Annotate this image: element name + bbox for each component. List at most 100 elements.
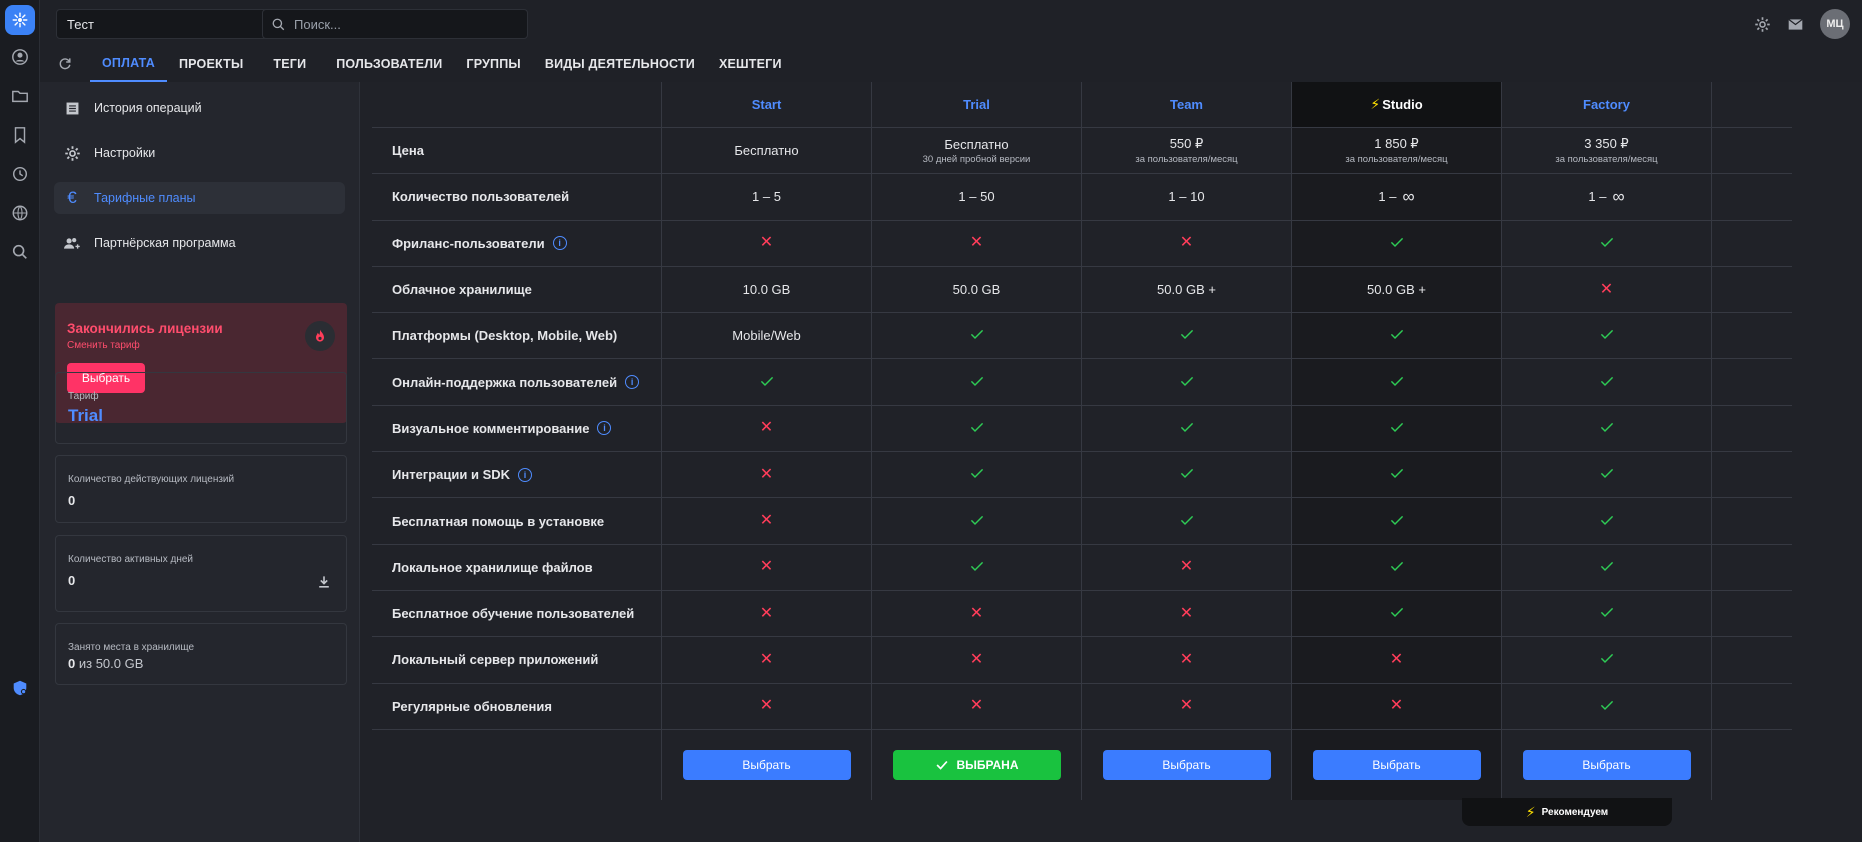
table-row: Визуальное комментирование i ✕ <box>372 405 1792 453</box>
feature-text: Интеграции и SDK <box>392 467 511 483</box>
search-input[interactable] <box>294 16 514 32</box>
settings-sidebar: История операций Настройки € Тарифные пл… <box>40 82 360 842</box>
sidebar-item-settings[interactable]: Настройки <box>54 137 345 169</box>
app-logo-icon[interactable] <box>5 5 35 35</box>
tab-hashtags[interactable]: ХЕШТЕГИ <box>707 46 794 82</box>
feature-label: Бесплатная помощь в установке <box>372 498 662 544</box>
tab-activities[interactable]: ВИДЫ ДЕЯТЕЛЬНОСТИ <box>533 46 707 82</box>
history-icon[interactable] <box>8 162 32 186</box>
table-row: Количество пользователей 1 – 5 1 – 50 1 … <box>372 174 1792 221</box>
price-cell: 550 ₽ за пользователя/месяц <box>1082 128 1292 174</box>
bookmark-icon[interactable] <box>8 123 32 147</box>
info-icon[interactable]: i <box>597 421 612 436</box>
check-icon <box>1389 326 1405 345</box>
cross-icon: ✕ <box>759 419 774 437</box>
tab-tags[interactable]: ТЕГИ <box>261 46 318 82</box>
cross-icon: ✕ <box>759 234 774 252</box>
feature-cell: ✕ <box>662 405 872 452</box>
feature-cell <box>1502 498 1712 544</box>
globe-icon[interactable] <box>8 201 32 225</box>
days-card: Количество активных дней 0 <box>55 535 347 612</box>
gear-icon <box>62 143 82 163</box>
folder-icon[interactable] <box>8 84 32 108</box>
selected-trial-button[interactable]: ВЫБРАНА <box>892 749 1061 780</box>
price-cell: 1 850 ₽ за пользователя/месяц <box>1292 128 1502 174</box>
storage-cell: ✕ <box>1502 266 1712 313</box>
check-icon <box>1599 373 1615 392</box>
pricing-panel: Start Trial Team ⚡ Studio Factory Цена Б… <box>360 82 1862 842</box>
users-value: 1 – <box>1378 189 1397 205</box>
download-icon[interactable] <box>316 574 332 595</box>
feature-text: Онлайн-поддержка пользователей <box>392 374 618 390</box>
change-plan-link[interactable]: Сменить тариф <box>67 340 335 351</box>
refresh-icon[interactable] <box>40 46 90 82</box>
top-bar: Тест МЦ <box>40 0 1862 46</box>
tab-projects[interactable]: ПРОЕКТЫ <box>167 46 255 82</box>
feature-cell: ✕ <box>662 498 872 544</box>
feature-cell <box>1292 452 1502 498</box>
info-icon[interactable]: i <box>552 236 567 251</box>
table-row: Бесплатное обучение пользователей ✕ ✕ ✕ <box>372 590 1792 638</box>
tab-groups[interactable]: ГРУППЫ <box>454 46 532 82</box>
mail-icon[interactable] <box>1787 16 1804 33</box>
tab-bar: ОПЛАТА ПРОЕКТЫ ТЕГИ ПОЛЬЗОВАТЕЛИ ГРУППЫ … <box>40 46 1862 82</box>
select-cell: Выбрать <box>1082 729 1292 800</box>
avatar[interactable]: МЦ <box>1820 9 1850 39</box>
check-icon <box>1389 373 1405 392</box>
info-icon[interactable]: i <box>625 375 640 390</box>
cross-icon: ✕ <box>969 697 984 715</box>
check-icon <box>1599 512 1615 531</box>
select-factory-button[interactable]: Выбрать <box>1522 749 1691 780</box>
cross-icon: ✕ <box>1389 650 1404 668</box>
feature-cell: ✕ <box>1292 637 1502 683</box>
info-icon[interactable]: i <box>518 467 533 482</box>
plan-card: Тариф Trial <box>55 372 347 444</box>
price-value: 3 350 ₽ <box>1584 136 1629 152</box>
workspace-select[interactable]: Тест <box>56 9 294 39</box>
table-header-row: Start Trial Team ⚡ Studio Factory <box>372 82 1792 128</box>
select-start-button[interactable]: Выбрать <box>682 749 851 780</box>
search-icon[interactable] <box>8 240 32 264</box>
check-icon <box>1179 419 1195 438</box>
check-icon <box>1389 234 1405 253</box>
feature-label: Онлайн-поддержка пользователей i <box>372 359 662 405</box>
app-root: Тест МЦ ОПЛАТА ПРОЕКТЫ ТЕГИ ПОЛЬЗОВАТЕЛИ… <box>0 0 1862 842</box>
feature-cell <box>872 544 1082 590</box>
feature-cell <box>872 359 1082 405</box>
check-icon <box>1389 419 1405 438</box>
feature-cell: ✕ <box>662 683 872 729</box>
check-icon <box>969 373 985 392</box>
check-icon <box>1389 558 1405 577</box>
tab-users[interactable]: ПОЛЬЗОВАТЕЛИ <box>324 46 454 82</box>
feature-cell <box>872 452 1082 498</box>
sidebar-item-history[interactable]: История операций <box>54 92 345 124</box>
plan-label: Тариф <box>68 391 99 402</box>
sidebar-item-plans[interactable]: € Тарифные планы <box>54 182 345 214</box>
gear-icon[interactable] <box>1754 16 1771 33</box>
feature-cell: ✕ <box>662 637 872 683</box>
cross-icon: ✕ <box>1179 234 1194 252</box>
sidebar-item-partner[interactable]: Партнёрская программа <box>54 227 345 259</box>
plan-header-factory: Factory <box>1502 82 1712 127</box>
feature-cell <box>1502 220 1712 266</box>
profile-icon[interactable] <box>8 45 32 69</box>
cross-icon: ✕ <box>1179 558 1194 576</box>
feature-label: Визуальное комментирование i <box>372 405 662 452</box>
feature-label: Облачное хранилище <box>372 266 662 313</box>
select-team-button[interactable]: Выбрать <box>1102 749 1271 780</box>
price-value: Бесплатно <box>944 136 1009 152</box>
list-icon <box>62 98 82 118</box>
check-icon <box>1179 373 1195 392</box>
check-icon <box>1599 419 1615 438</box>
feature-cell: Mobile/Web <box>662 313 872 359</box>
price-sub: за пользователя/месяц <box>1345 154 1448 166</box>
table-row: Платформы (Desktop, Mobile, Web) Mobile/… <box>372 313 1792 360</box>
feature-cell: ✕ <box>872 683 1082 729</box>
plan-header-trial: Trial <box>872 82 1082 127</box>
check-icon <box>969 558 985 577</box>
select-studio-button[interactable]: Выбрать <box>1312 749 1481 780</box>
storage-label: Занято места в хранилище <box>68 642 195 653</box>
tab-payment[interactable]: ОПЛАТА <box>90 46 167 82</box>
shield-icon[interactable] <box>8 676 32 700</box>
plan-header-team: Team <box>1082 82 1292 127</box>
